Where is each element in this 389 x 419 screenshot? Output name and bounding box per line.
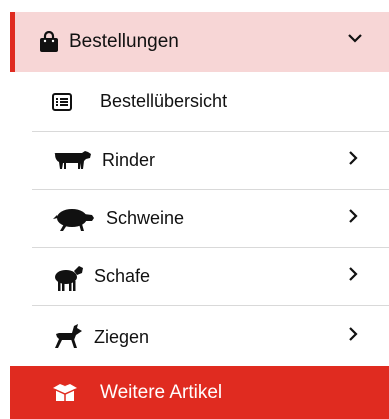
weitere-artikel-button[interactable]: Weitere Artikel	[10, 366, 389, 419]
chevron-right-icon[interactable]	[347, 208, 359, 224]
shopping-bag-icon	[39, 31, 59, 53]
menu-item-schweine[interactable]: Schweine	[32, 190, 389, 248]
goat-icon	[52, 323, 84, 351]
sheep-icon	[52, 262, 84, 292]
box-icon	[52, 382, 78, 404]
cow-icon	[52, 149, 92, 173]
chevron-right-icon[interactable]	[347, 266, 359, 282]
menu-item-ziegen[interactable]: Ziegen	[32, 308, 389, 366]
header-label: Bestellungen	[69, 31, 179, 52]
menu-item-schafe[interactable]: Schafe	[32, 248, 389, 306]
order-menu: Bestellungen Bestellübersicht Rinder Sch…	[0, 0, 389, 419]
menu-item-bestelluebersicht[interactable]: Bestellübersicht	[32, 72, 389, 132]
item-label: Schafe	[94, 266, 151, 286]
pig-icon	[52, 206, 96, 232]
footer-label: Weitere Artikel	[100, 381, 223, 403]
item-label: Bestellübersicht	[100, 91, 228, 111]
item-label: Schweine	[106, 208, 185, 228]
chevron-right-icon[interactable]	[347, 326, 359, 342]
list-icon	[52, 92, 72, 111]
item-label: Ziegen	[94, 326, 150, 347]
chevron-right-icon[interactable]	[347, 150, 359, 166]
chevron-down-icon[interactable]	[347, 30, 363, 46]
bestellungen-header[interactable]: Bestellungen	[10, 12, 389, 72]
menu-item-rinder[interactable]: Rinder	[32, 132, 389, 190]
item-label: Rinder	[102, 150, 156, 170]
